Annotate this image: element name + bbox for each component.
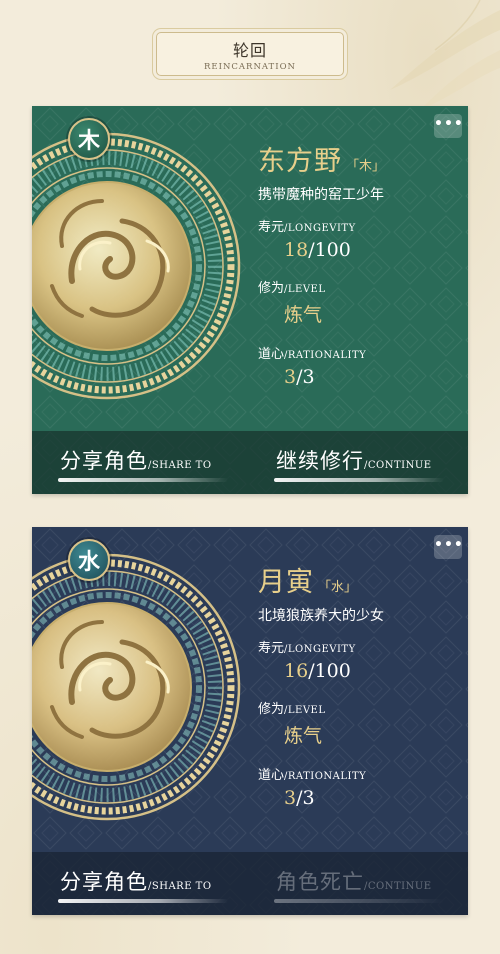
longevity-label: 寿元/Longevity	[258, 641, 356, 656]
level-value: 炼气	[284, 304, 323, 326]
continue-cultivation-button[interactable]: 继续修行/Continue	[274, 445, 444, 482]
page-title: 轮回	[232, 41, 267, 60]
page-subtitle: Reincarnation	[204, 62, 296, 72]
rationality-value: 3/3	[284, 787, 315, 809]
character-description: 北境狼族养大的少女	[258, 608, 384, 624]
longevity-value: 18/100	[284, 239, 351, 261]
longevity-value: 16/100	[284, 660, 351, 682]
character-description: 携带魔种的窑工少年	[258, 187, 384, 203]
card-action-bar: 分享角色/Share To 继续修行/Continue	[32, 431, 468, 494]
rationality-value: 3/3	[284, 366, 315, 388]
character-dead-button: 角色死亡/Continue	[274, 866, 444, 903]
share-character-button[interactable]: 分享角色/Share To	[58, 866, 228, 903]
share-character-button[interactable]: 分享角色/Share To	[58, 445, 228, 482]
character-name: 东方野	[258, 146, 342, 177]
water-element-icon: 水	[68, 539, 110, 581]
character-name: 月寅	[258, 567, 314, 598]
ornate-medallion	[32, 552, 242, 822]
character-card-yueyin: 水 ••• 月寅 「水」 北境狼族养大的少女 寿元/Longevity 16/1…	[32, 527, 468, 915]
brush-stroke-underline	[58, 478, 228, 482]
level-value: 炼气	[284, 725, 323, 747]
element-tag: 「木」	[346, 159, 386, 174]
card-action-bar: 分享角色/Share To 角色死亡/Continue	[32, 852, 468, 915]
element-tag: 「水」	[318, 580, 358, 595]
level-label: 修为/Level	[258, 702, 326, 717]
rationality-label: 道心/Rationality	[258, 768, 367, 783]
ornate-medallion	[32, 131, 242, 401]
page-title-badge: 轮回 Reincarnation	[156, 32, 344, 76]
wood-element-icon: 木	[68, 118, 110, 160]
more-options-button[interactable]: •••	[434, 114, 463, 138]
bamboo-leaf-decoration	[390, 0, 500, 110]
rationality-label: 道心/Rationality	[258, 347, 367, 362]
character-card-dongfangye: 木 ••• 东方野 「木」 携带魔种的窑工少年 寿元/Longevity 18/…	[32, 106, 468, 494]
brush-stroke-underline	[58, 899, 228, 903]
character-info: 东方野 「木」 携带魔种的窑工少年 寿元/Longevity 18/100 修为…	[258, 146, 464, 388]
more-options-button[interactable]: •••	[434, 535, 463, 559]
level-label: 修为/Level	[258, 281, 326, 296]
character-info: 月寅 「水」 北境狼族养大的少女 寿元/Longevity 16/100 修为/…	[258, 567, 464, 809]
brush-stroke-underline	[274, 899, 444, 903]
brush-stroke-underline	[274, 478, 444, 482]
longevity-label: 寿元/Longevity	[258, 220, 356, 235]
